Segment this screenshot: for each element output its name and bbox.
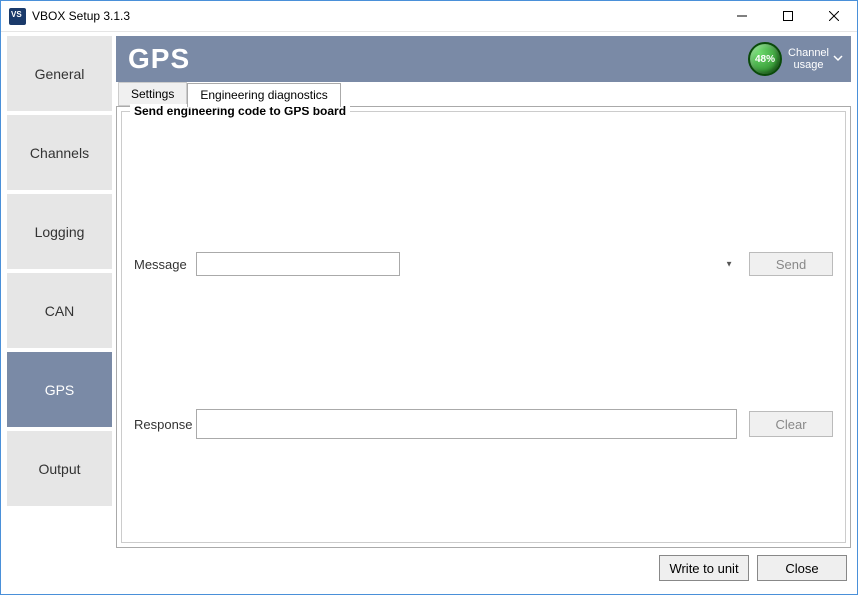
message-input[interactable] xyxy=(196,252,400,276)
close-window-button[interactable] xyxy=(811,1,857,32)
sidebar-item-output[interactable]: Output xyxy=(7,431,112,506)
response-label: Response xyxy=(134,417,196,432)
message-combobox[interactable]: ▼ xyxy=(196,252,737,276)
sidebar-item-general[interactable]: General xyxy=(7,36,112,111)
response-row: Response Clear xyxy=(134,409,833,439)
titlebar: VBOX Setup 3.1.3 xyxy=(1,1,857,32)
sidebar-item-label: Output xyxy=(38,461,80,477)
sidebar-item-label: GPS xyxy=(45,382,75,398)
tabs: Settings Engineering diagnostics xyxy=(116,82,851,107)
sidebar: General Channels Logging CAN GPS Output xyxy=(1,32,112,594)
gauge-icon: 48% xyxy=(748,42,782,76)
close-icon xyxy=(829,11,839,21)
sidebar-item-logging[interactable]: Logging xyxy=(7,194,112,269)
channel-usage-label[interactable]: Channel usage xyxy=(788,47,829,71)
sidebar-item-label: Logging xyxy=(35,224,85,240)
sidebar-item-label: Channels xyxy=(30,145,89,161)
sidebar-item-label: CAN xyxy=(45,303,75,319)
page-title: GPS xyxy=(128,43,748,75)
tab-panel: Send engineering code to GPS board Messa… xyxy=(116,107,851,548)
write-to-unit-button[interactable]: Write to unit xyxy=(659,555,749,581)
tab-settings[interactable]: Settings xyxy=(118,82,187,106)
sidebar-item-gps[interactable]: GPS xyxy=(7,352,112,427)
sidebar-item-label: General xyxy=(35,66,85,82)
maximize-button[interactable] xyxy=(765,1,811,32)
channel-usage-line2: usage xyxy=(788,59,829,71)
app-icon xyxy=(9,8,26,25)
tab-label: Settings xyxy=(131,87,174,101)
chevron-down-icon[interactable] xyxy=(833,50,843,68)
sidebar-item-can[interactable]: CAN xyxy=(7,273,112,348)
clear-button[interactable]: Clear xyxy=(749,411,833,437)
minimize-button[interactable] xyxy=(719,1,765,32)
page-banner: GPS 48% Channel usage xyxy=(116,36,851,82)
response-field xyxy=(196,409,737,439)
maximize-icon xyxy=(783,11,793,21)
footer: Write to unit Close xyxy=(116,548,851,588)
tab-engineering-diagnostics[interactable]: Engineering diagnostics xyxy=(187,83,340,107)
message-row: Message ▼ Send xyxy=(134,252,833,276)
channel-usage-line1: Channel xyxy=(788,47,829,59)
tab-label: Engineering diagnostics xyxy=(200,88,327,102)
chevron-down-icon: ▼ xyxy=(725,260,733,269)
minimize-icon xyxy=(737,11,747,21)
group-send-engineering-code: Send engineering code to GPS board Messa… xyxy=(121,111,846,543)
window-title: VBOX Setup 3.1.3 xyxy=(32,9,719,23)
main: General Channels Logging CAN GPS Output … xyxy=(1,32,857,594)
message-label: Message xyxy=(134,257,196,272)
send-button[interactable]: Send xyxy=(749,252,833,276)
content: GPS 48% Channel usage Settings Engineeri… xyxy=(112,32,857,594)
gauge-value: 48% xyxy=(755,54,775,65)
close-button[interactable]: Close xyxy=(757,555,847,581)
sidebar-item-channels[interactable]: Channels xyxy=(7,115,112,190)
